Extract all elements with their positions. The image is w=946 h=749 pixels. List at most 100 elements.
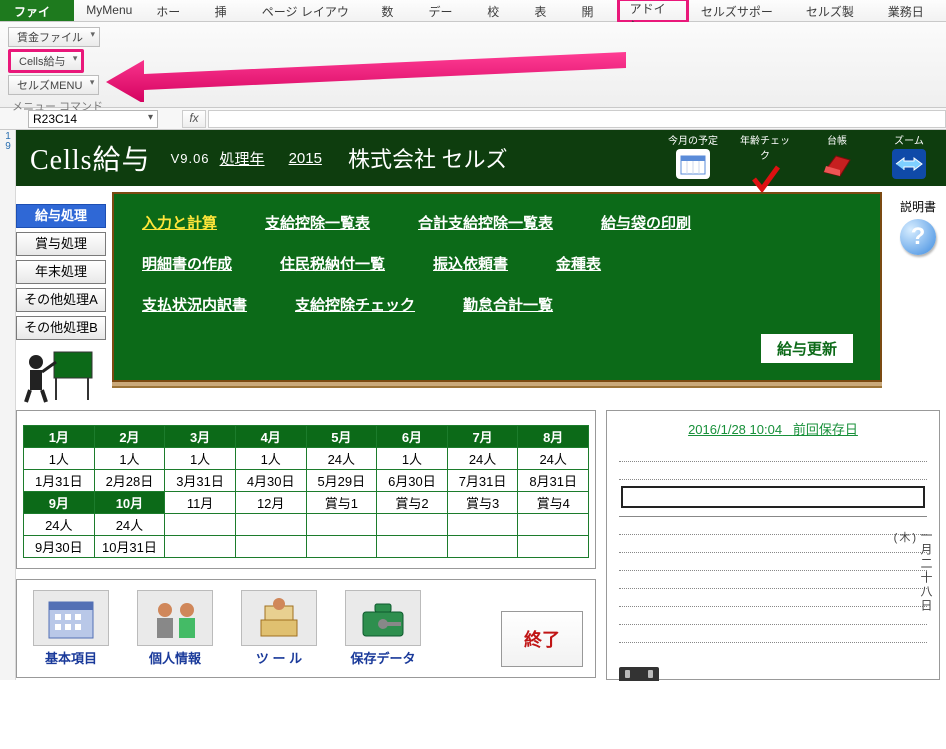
cal-cell	[377, 514, 448, 536]
ribbon-tab-addin[interactable]: アドイン	[617, 0, 689, 23]
btn-tools[interactable]: ツ ー ル	[237, 590, 321, 667]
link-deduction-check[interactable]: 支給控除チェック	[295, 294, 415, 315]
sidebtn-bonus[interactable]: 賞与処理	[16, 232, 106, 256]
ribbon-tab-file[interactable]: ファイル	[0, 0, 74, 21]
cal-cell: 3月31日	[165, 470, 236, 492]
calendar-panel: 1月 2月 3月 4月 5月 6月 7月 8月 1人 1人 1人 1人	[16, 410, 596, 569]
cal-cell: 6月30日	[377, 470, 448, 492]
link-resident-tax[interactable]: 住民税納付一覧	[280, 253, 385, 274]
cal-month[interactable]: 12月	[235, 492, 306, 514]
link-transfer-request[interactable]: 振込依頼書	[433, 253, 508, 274]
cal-month[interactable]: 4月	[235, 426, 306, 448]
notes-vertical-date: 一月二十八日 (木)	[894, 529, 935, 613]
cal-cell: 1人	[165, 448, 236, 470]
cal-people-top: 1人 1人 1人 1人 24人 1人 24人 24人	[24, 448, 589, 470]
banner-btn-agecheck[interactable]: 年齢チェック	[740, 132, 790, 194]
sidebtn-payroll[interactable]: 給与処理	[16, 204, 106, 228]
cal-month[interactable]: 5月	[306, 426, 377, 448]
dropdown-cellskyuyo[interactable]: Cells給与	[8, 49, 84, 73]
cal-month[interactable]: 賞与3	[447, 492, 518, 514]
cal-month[interactable]: 6月	[377, 426, 448, 448]
ribbon-tab-developer[interactable]: 開発	[569, 0, 616, 21]
cal-cell: 7月31日	[447, 470, 518, 492]
ribbon-tab-home[interactable]: ホーム	[144, 0, 202, 21]
ribbon-tab-formula[interactable]: 数式	[369, 0, 416, 21]
cal-month[interactable]: 10月	[94, 492, 165, 514]
ribbon-tab-cellssupport[interactable]: セルズサポート	[689, 0, 794, 21]
ribbon-tab-mymenu[interactable]: MyMenu	[74, 0, 144, 21]
help-label: 説明書	[900, 198, 936, 215]
banner-btn-label: 年齢チェック	[740, 132, 790, 162]
banner-btn-schedule[interactable]: 今月の予定	[668, 132, 718, 194]
ribbon-tab-insert[interactable]: 挿入	[203, 0, 250, 21]
processing-year-label: 処理年	[220, 148, 265, 169]
notes-vertical-date-text: 一月二十八日	[919, 529, 933, 613]
btn-basic-items[interactable]: 基本項目	[29, 590, 113, 667]
link-detail-create[interactable]: 明細書の作成	[142, 253, 232, 274]
cal-cell	[447, 536, 518, 558]
board: 入力と計算 支給控除一覧表 合計支給控除一覧表 給与袋の印刷 明細書の作成 住民…	[112, 192, 882, 382]
cal-month[interactable]: 8月	[518, 426, 589, 448]
tools-icon	[241, 590, 317, 646]
ribbon-tab-data[interactable]: データ	[416, 0, 475, 21]
cal-month[interactable]: 7月	[447, 426, 518, 448]
link-input-calc[interactable]: 入力と計算	[142, 212, 217, 233]
processing-year-value[interactable]: 2015	[289, 150, 322, 167]
cal-month[interactable]: 賞与2	[377, 492, 448, 514]
ribbon-tab-worklog[interactable]: 業務日誌	[876, 0, 946, 21]
cal-cell	[447, 514, 518, 536]
sidebtn-other-b[interactable]: その他処理B	[16, 316, 106, 340]
notes-title: 2016/1/28 10:04 前回保存日	[619, 419, 927, 438]
banner-btn-zoom[interactable]: ズーム	[884, 132, 934, 194]
payroll-update-button[interactable]: 給与更新	[760, 333, 854, 364]
calendar-table: 1月 2月 3月 4月 5月 6月 7月 8月 1人 1人 1人 1人	[23, 425, 589, 558]
sidebtn-yearend[interactable]: 年末処理	[16, 260, 106, 284]
link-total-deduction-list[interactable]: 合計支給控除一覧表	[418, 212, 553, 233]
btn-saved-data[interactable]: 保存データ	[341, 590, 425, 667]
help-button[interactable]: 説明書 ?	[900, 198, 936, 255]
link-deduction-list[interactable]: 支給控除一覧表	[265, 212, 370, 233]
notes-input[interactable]	[621, 486, 925, 508]
cal-month[interactable]: 賞与1	[306, 492, 377, 514]
cal-month[interactable]: 1月	[24, 426, 95, 448]
row-gutter	[0, 130, 16, 680]
dropdown-wagefile[interactable]: 賃金ファイル	[8, 27, 100, 47]
link-kinshu[interactable]: 金種表	[556, 253, 601, 274]
people-icon	[137, 590, 213, 646]
ribbon-tab-pagelayout[interactable]: ページ レイアウト	[250, 0, 370, 21]
cal-dates-top: 1月31日 2月28日 3月31日 4月30日 5月29日 6月30日 7月31…	[24, 470, 589, 492]
cal-cell: 2月28日	[94, 470, 165, 492]
cal-month[interactable]: 3月	[165, 426, 236, 448]
btn-label: 保存データ	[341, 648, 425, 667]
cal-cell	[306, 514, 377, 536]
notes-line	[619, 607, 927, 625]
ribbon-tab-view[interactable]: 表示	[522, 0, 569, 21]
banner-btn-ledger[interactable]: 台帳	[812, 132, 862, 194]
name-box[interactable]: R23C14	[28, 110, 158, 128]
notes-line	[619, 517, 927, 535]
notes-line	[619, 589, 927, 607]
cal-cell: 24人	[518, 448, 589, 470]
banner-btn-label: ズーム	[884, 132, 934, 147]
cal-cell: 24人	[24, 514, 95, 536]
cal-month[interactable]: 9月	[24, 492, 95, 514]
sidebtn-other-a[interactable]: その他処理A	[16, 288, 106, 312]
link-payslip-print[interactable]: 給与袋の印刷	[601, 212, 691, 233]
help-icon: ?	[900, 219, 936, 255]
btn-personal-info[interactable]: 個人情報	[133, 590, 217, 667]
dropdown-cellsmenu[interactable]: セルズMENU	[8, 75, 99, 95]
row-numbers: 1 9	[2, 132, 14, 152]
cal-month[interactable]: 2月	[94, 426, 165, 448]
ribbon-tab-review[interactable]: 校閲	[475, 0, 522, 21]
link-payment-breakdown[interactable]: 支払状況内訳書	[142, 294, 247, 315]
cal-cell	[235, 536, 306, 558]
exit-button[interactable]: 終了	[501, 611, 583, 667]
ribbon-tab-cellsproducts[interactable]: セルズ製品	[794, 0, 876, 21]
cal-month[interactable]: 11月	[165, 492, 236, 514]
banner-icon-group: 今月の予定 年齢チェック 台帳 ズーム	[668, 132, 934, 194]
cal-cell: 4月30日	[235, 470, 306, 492]
board-panel: 入力と計算 支給控除一覧表 合計支給控除一覧表 給与袋の印刷 明細書の作成 住民…	[112, 192, 882, 382]
cal-month[interactable]: 賞与4	[518, 492, 589, 514]
link-attendance-total[interactable]: 勤怠合計一覧	[463, 294, 553, 315]
btn-label: 基本項目	[29, 648, 113, 667]
